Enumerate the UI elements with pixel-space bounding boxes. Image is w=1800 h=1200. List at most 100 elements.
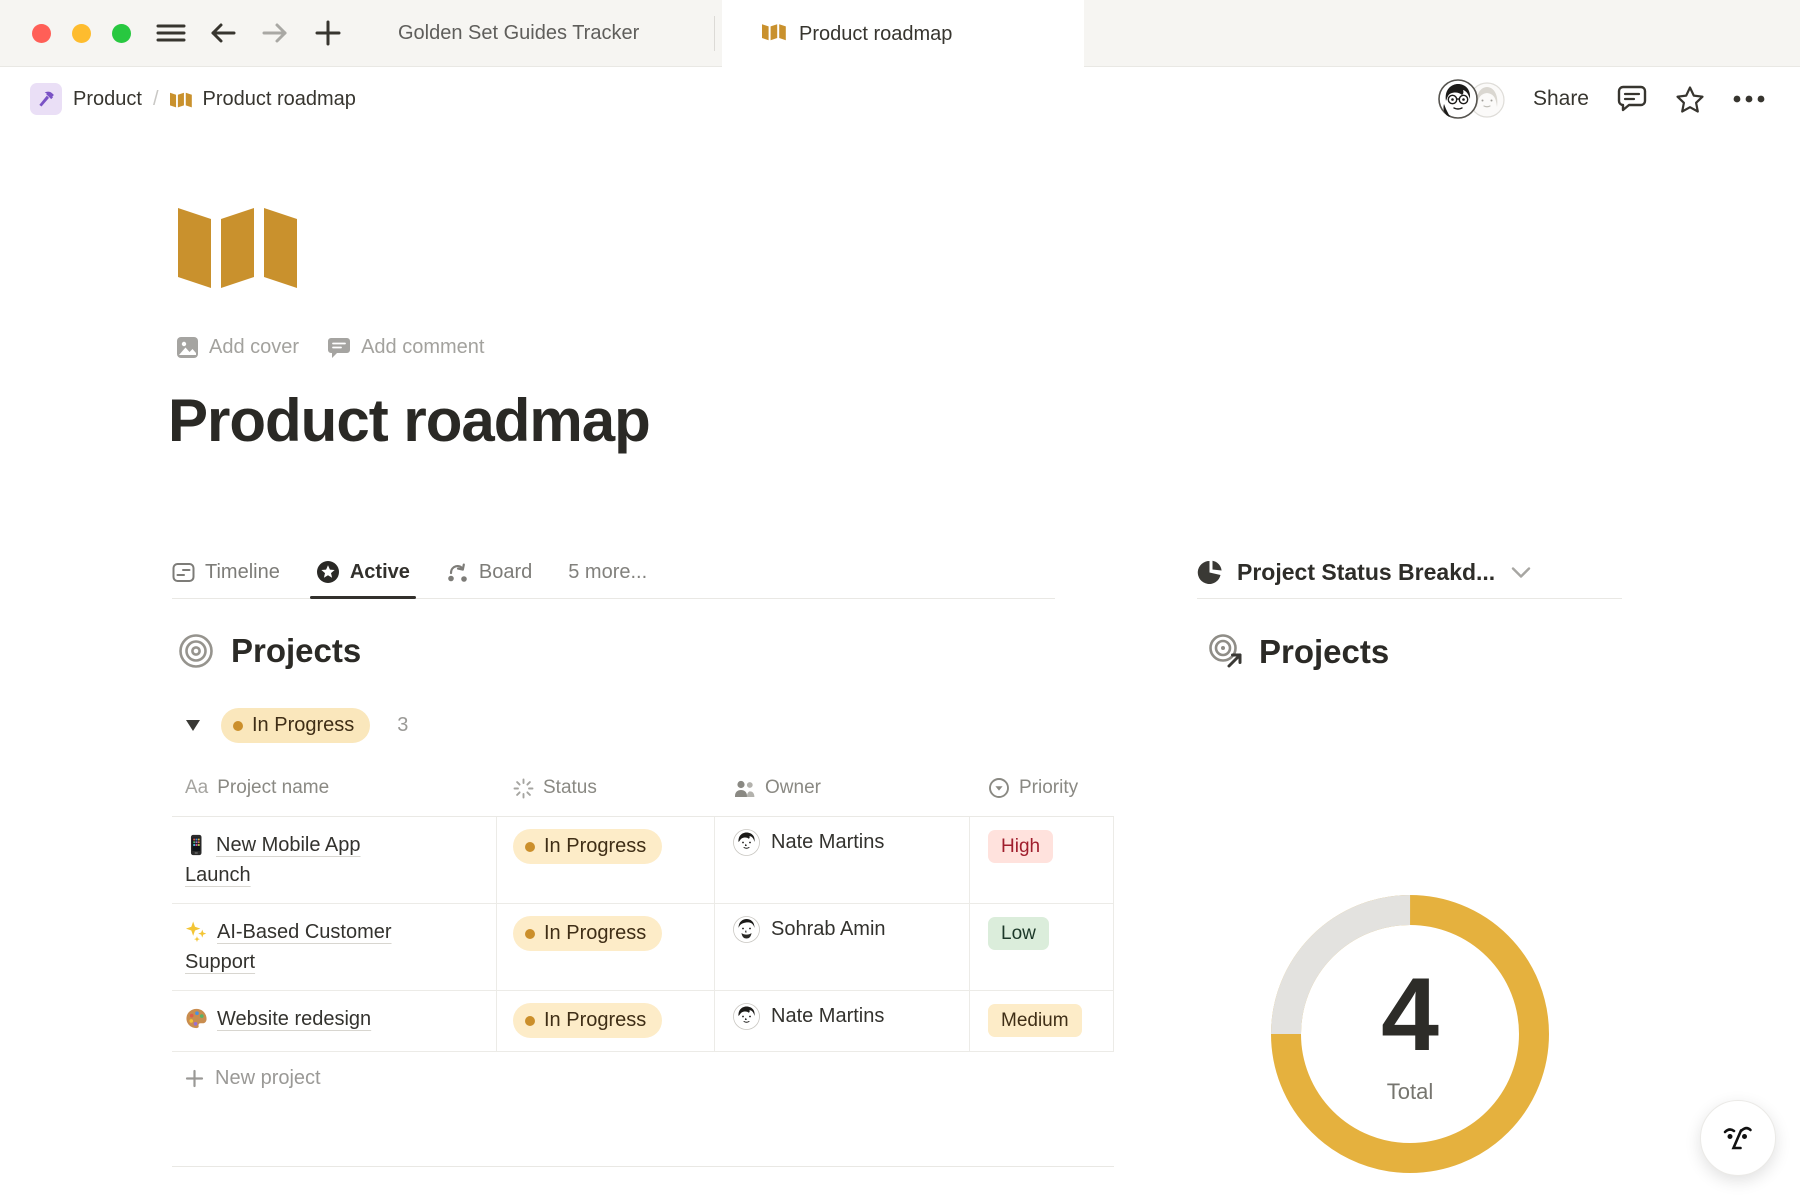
collapse-triangle-icon[interactable] (186, 720, 200, 731)
breadcrumb-separator: / (153, 88, 159, 111)
status-label: In Progress (544, 835, 646, 858)
group-count: 3 (397, 714, 408, 737)
project-name-cell[interactable]: Website redesign (172, 991, 497, 1051)
owner-cell[interactable]: Sohrab Amin (715, 904, 970, 990)
projects-section-header: Projects (178, 632, 361, 670)
priority-cell[interactable]: Low (970, 904, 1114, 990)
status-breakdown-donut-chart[interactable]: 4 Total (1256, 880, 1564, 1188)
priority-cell[interactable]: Medium (970, 991, 1114, 1051)
app-header: Product / Product roadmap Share (0, 68, 1800, 130)
pie-chart-icon (1197, 559, 1224, 586)
priority-cell[interactable]: High (970, 817, 1114, 903)
view-tab-label: Timeline (205, 561, 280, 584)
map-icon (170, 90, 192, 108)
view-tab-label: Board (479, 561, 532, 584)
chart-dropdown-label[interactable]: Project Status Breakd... (1237, 559, 1495, 586)
table-row[interactable]: Website redesign In Progress Nate Martin… (172, 991, 1114, 1052)
donut-total-label: Total (1387, 1079, 1433, 1105)
owner-name: Nate Martins (771, 1005, 884, 1028)
add-comment-button[interactable]: Add comment (327, 336, 484, 359)
donut-total-value: 4 (1381, 963, 1439, 1067)
project-name-cell[interactable]: AI-Based Customer Support (172, 904, 497, 990)
column-header-owner[interactable]: Owner (715, 777, 970, 799)
avatar (733, 829, 760, 856)
priority-pill: High (988, 830, 1053, 863)
projects-table: Aa Project name Status Owner Priority Ne… (172, 760, 1114, 1105)
timeline-icon (172, 561, 195, 584)
status-cell[interactable]: In Progress (497, 991, 715, 1051)
hamburger-menu-icon[interactable] (155, 21, 187, 45)
mobile-phone-icon (185, 834, 207, 856)
page-map-icon[interactable] (178, 196, 298, 293)
share-button[interactable]: Share (1533, 87, 1589, 111)
close-window-button[interactable] (32, 24, 51, 43)
tab-product-roadmap[interactable]: Product roadmap (722, 0, 1084, 68)
tab-golden-set-guides-tracker[interactable]: Golden Set Guides Tracker (398, 22, 639, 45)
tab-active-label: Product roadmap (799, 23, 952, 46)
page-title: Product roadmap (168, 386, 650, 455)
new-project-button[interactable]: New project (172, 1052, 1114, 1105)
column-label: Project name (217, 777, 329, 799)
owner-name: Nate Martins (771, 831, 884, 854)
avatar (733, 916, 760, 943)
status-dot (525, 842, 535, 852)
column-header-project-name[interactable]: Aa Project name (172, 777, 497, 799)
project-name-cell[interactable]: New Mobile App Launch (172, 817, 497, 903)
chevron-down-icon[interactable] (1511, 566, 1531, 579)
status-spinner-icon (513, 778, 534, 799)
column-header-status[interactable]: Status (497, 777, 715, 799)
favorite-star-icon[interactable] (1675, 85, 1705, 114)
view-tab-active[interactable]: Active (316, 546, 410, 598)
add-cover-label: Add cover (209, 336, 299, 359)
minimize-window-button[interactable] (72, 24, 91, 43)
view-tabs-more-button[interactable]: 5 more... (568, 561, 647, 584)
projects-section-title: Projects (231, 632, 361, 670)
status-dot (525, 929, 535, 939)
chart-panel-header: Project Status Breakd... (1197, 546, 1622, 599)
view-tab-timeline[interactable]: Timeline (172, 546, 280, 598)
owner-cell[interactable]: Nate Martins (715, 817, 970, 903)
owner-name: Sohrab Amin (771, 918, 886, 941)
status-dot (233, 721, 243, 731)
breadcrumb-root[interactable]: Product (73, 88, 142, 111)
back-arrow-icon[interactable] (209, 21, 237, 45)
priority-pill: Medium (988, 1004, 1082, 1037)
view-tab-board[interactable]: Board (446, 546, 532, 598)
group-status-pill[interactable]: In Progress (221, 708, 370, 743)
more-options-icon[interactable] (1732, 94, 1766, 104)
avatar (1438, 79, 1478, 124)
status-cell[interactable]: In Progress (497, 817, 715, 903)
status-cell[interactable]: In Progress (497, 904, 715, 990)
zoom-window-button[interactable] (112, 24, 131, 43)
section-divider (172, 1166, 1114, 1167)
project-name: New Mobile App Launch (185, 834, 361, 886)
chart-projects-section-header: Projects (1206, 632, 1389, 672)
view-tab-label: Active (350, 561, 410, 584)
comments-icon[interactable] (1616, 84, 1648, 114)
palette-icon (185, 1007, 208, 1030)
workspace-hammer-icon[interactable] (30, 83, 62, 115)
status-dot (525, 1016, 535, 1026)
chart-projects-section-title: Projects (1259, 633, 1389, 671)
breadcrumb-current[interactable]: Product roadmap (203, 88, 356, 111)
column-header-priority[interactable]: Priority (970, 777, 1114, 799)
table-row[interactable]: New Mobile App Launch In Progress Nate M… (172, 817, 1114, 904)
forward-arrow-icon[interactable] (261, 21, 289, 45)
table-row[interactable]: AI-Based Customer Support In Progress So… (172, 904, 1114, 991)
viewer-avatars[interactable] (1438, 78, 1506, 120)
window-controls (32, 24, 131, 43)
add-cover-button[interactable]: Add cover (176, 336, 299, 359)
people-icon (733, 778, 756, 799)
sparkles-icon (185, 920, 208, 943)
text-property-icon: Aa (185, 777, 208, 799)
owner-cell[interactable]: Nate Martins (715, 991, 970, 1051)
face-icon (1717, 1117, 1759, 1159)
status-label: In Progress (544, 1009, 646, 1032)
priority-pill: Low (988, 917, 1049, 950)
new-tab-icon[interactable] (314, 19, 342, 47)
column-label: Owner (765, 777, 821, 799)
breadcrumb: Product / Product roadmap (30, 83, 356, 115)
comment-bubble-icon (327, 337, 351, 359)
table-header-row: Aa Project name Status Owner Priority (172, 760, 1114, 817)
notion-ai-face-button[interactable] (1700, 1100, 1776, 1176)
